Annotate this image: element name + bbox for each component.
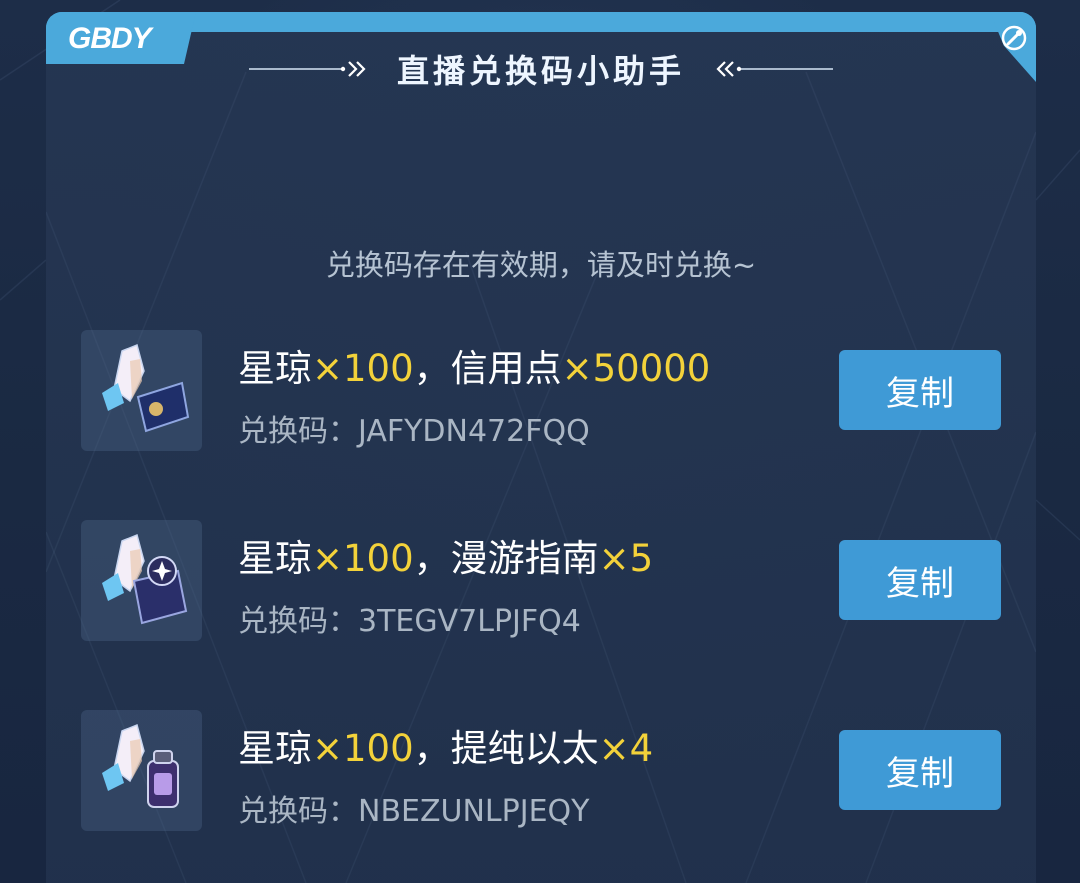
reward-title: 星琼×100，漫游指南×5 (238, 537, 654, 580)
page-title: 直播兑换码小助手 (396, 52, 685, 90)
list-item: 星琼×100，信用点×50000 兑换码：JAFYDN472FQQ 复制 (81, 330, 1001, 452)
validity-notice: 兑换码存在有效期，请及时兑换~ (325, 248, 757, 282)
redeem-code[interactable]: 兑换码：JAFYDN472FQQ (238, 406, 590, 450)
title-decoration-left-icon (248, 61, 366, 77)
reward-title: 星琼×100，信用点×50000 (238, 347, 711, 390)
reward-title: 星琼×100，提纯以太×4 (238, 727, 654, 770)
redeem-code[interactable]: 兑换码：NBEZUNLPJEQY (238, 786, 589, 830)
copy-button[interactable]: 复制 (839, 350, 1001, 430)
crystal-and-credit-card-icon (81, 330, 202, 451)
list-item: 星琼×100，提纯以太×4 兑换码：NBEZUNLPJEQY 复制 (81, 710, 1001, 832)
crystal-and-guidebook-icon (81, 520, 202, 641)
list-item: 星琼×100，漫游指南×5 兑换码：3TEGV7LPJFQ4 复制 (81, 520, 1001, 642)
copy-button[interactable]: 复制 (839, 730, 1001, 810)
copy-button[interactable]: 复制 (839, 540, 1001, 620)
title-decoration-right-icon (716, 61, 833, 77)
redeem-code[interactable]: 兑换码：3TEGV7LPJFQ4 (238, 596, 581, 640)
crystal-and-ether-bottle-icon (81, 710, 202, 831)
title-bar: 直播兑换码小助手 (46, 46, 1036, 92)
dialog-panel: GBDY 直播兑换码小助手 兑换码存在有效期，请及时兑换~ 星琼×100，信用点… (46, 12, 1036, 883)
